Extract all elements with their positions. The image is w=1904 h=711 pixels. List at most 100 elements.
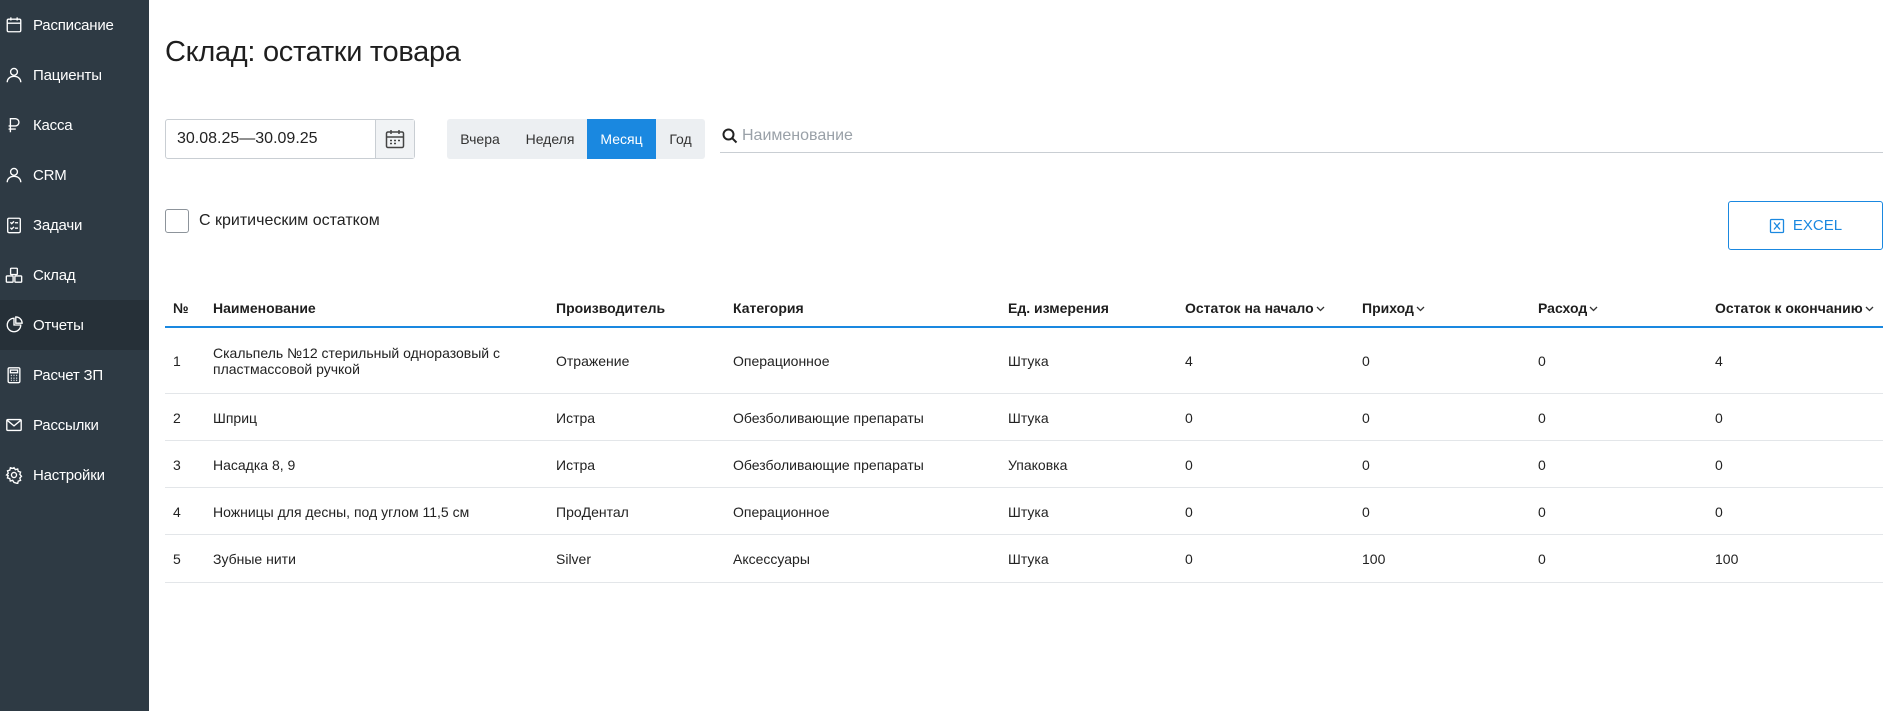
header-col-unit: Ед. измерения	[1008, 300, 1109, 316]
header-label: Приход	[1362, 300, 1414, 316]
sidebar-item-settings[interactable]: Настройки	[0, 450, 149, 500]
cell-expense: 0	[1538, 504, 1546, 520]
cell-category: Аксессуары	[733, 551, 810, 567]
sidebar-item-label: CRM	[33, 166, 67, 184]
cell-income: 0	[1362, 353, 1370, 369]
header-col-manufacturer: Производитель	[556, 300, 665, 316]
sidebar-item-patients[interactable]: Пациенты	[0, 50, 149, 100]
sidebar-item-label: Пациенты	[33, 66, 102, 84]
critical-stock-checkbox[interactable]	[165, 209, 189, 233]
sidebar-item-label: Задачи	[33, 216, 83, 234]
header-label: Расход	[1538, 300, 1588, 316]
critical-stock-label: С критическим остатком	[199, 212, 380, 229]
cell-end-balance: 100	[1715, 551, 1739, 567]
sidebar-item-label: Рассылки	[33, 416, 99, 434]
cell-start-balance: 4	[1185, 353, 1193, 369]
header-label: №	[173, 300, 189, 316]
header-col-end-balance[interactable]: Остаток к окончанию	[1715, 300, 1874, 316]
critical-stock-filter[interactable]: С критическим остатком	[165, 209, 380, 233]
cell-end-balance: 0	[1715, 410, 1723, 426]
search-icon	[722, 128, 738, 143]
cell-unit: Упаковка	[1008, 457, 1068, 473]
sort-chevron-icon[interactable]	[1589, 304, 1598, 313]
sort-chevron-icon[interactable]	[1316, 304, 1325, 313]
header-col-income[interactable]: Приход	[1362, 300, 1425, 316]
sidebar-item-reports[interactable]: Отчеты	[0, 300, 149, 350]
user-icon	[4, 165, 24, 185]
sidebar-item-payroll[interactable]: Расчет ЗП	[0, 350, 149, 400]
table-header: № Наименование Производитель Категория Ед. и…	[165, 290, 1883, 328]
cell-manufacturer: Silver	[556, 551, 592, 567]
cell-income: 100	[1362, 551, 1386, 567]
search-bar	[720, 119, 1883, 153]
cell-manufacturer: ПроДентал	[556, 504, 629, 520]
header-col-expense[interactable]: Расход	[1538, 300, 1598, 316]
header-col-category: Категория	[733, 300, 804, 316]
period-month[interactable]: Месяц	[587, 119, 656, 159]
period-yesterday[interactable]: Вчера	[447, 119, 513, 159]
boxes-icon	[4, 265, 24, 285]
table-row[interactable]: 3 Насадка 8, 9 Истра Обезболивающие препара…	[165, 441, 1883, 488]
sidebar-item-label: Расписание	[33, 16, 114, 34]
header-label: Остаток на начало	[1185, 300, 1314, 316]
date-range-value[interactable]: 30.08.25—30.09.25	[166, 130, 375, 148]
cell-start-balance: 0	[1185, 457, 1193, 473]
calculator-icon	[4, 365, 24, 385]
sidebar-item-mailings[interactable]: Рассылки	[0, 400, 149, 450]
search-input[interactable]	[742, 126, 1842, 145]
sidebar-item-label: Касса	[33, 116, 73, 134]
date-range-picker[interactable]: 30.08.25—30.09.25	[165, 119, 415, 159]
calendar-button[interactable]	[375, 120, 414, 158]
header-col-number: №	[173, 300, 189, 316]
stock-table: № Наименование Производитель Категория Ед. и…	[165, 290, 1883, 583]
cell-category: Операционное	[733, 504, 830, 520]
sidebar-item-warehouse[interactable]: Склад	[0, 250, 149, 300]
header-col-start-balance[interactable]: Остаток на начало	[1185, 300, 1325, 316]
cell-name: Ножницы для десны, под углом 11,5 см	[213, 504, 470, 520]
header-label: Производитель	[556, 300, 666, 316]
cell-category: Операционное	[733, 353, 830, 369]
sidebar-item-label: Настройки	[33, 466, 105, 484]
period-year[interactable]: Год	[656, 119, 705, 159]
period-week[interactable]: Неделя	[513, 119, 587, 159]
table-row[interactable]: 4 Ножницы для десны, под углом 11,5 см Про…	[165, 488, 1883, 535]
header-label: Категория	[733, 300, 804, 316]
cell-income: 0	[1362, 504, 1370, 520]
calendar-icon	[385, 130, 405, 149]
cell-unit: Штука	[1008, 504, 1049, 520]
cell-expense: 0	[1538, 457, 1546, 473]
mail-icon	[4, 415, 24, 435]
sidebar-item-cashbox[interactable]: Касса	[0, 100, 149, 150]
cell-name: Скальпель №12 стерильный одноразовый с п…	[213, 345, 500, 377]
sidebar-item-crm[interactable]: CRM	[0, 150, 149, 200]
table-row[interactable]: 5 Зубные нити Silver Аксессуары Штука 0 100 0 10…	[165, 535, 1883, 583]
cell-income: 0	[1362, 410, 1370, 426]
cell-number: 4	[173, 504, 181, 520]
cell-unit: Штука	[1008, 353, 1049, 369]
table-row[interactable]: 2 Шприц Истра Обезболивающие препараты Штука…	[165, 394, 1883, 441]
cell-unit: Штука	[1008, 551, 1049, 567]
excel-export-button[interactable]: EXCEL	[1728, 201, 1883, 250]
table-row[interactable]: 1 Скальпель №12 стерильный одноразовый с …	[165, 328, 1883, 394]
cell-name: Насадка 8, 9	[213, 457, 296, 473]
sort-chevron-icon[interactable]	[1865, 304, 1874, 313]
cell-manufacturer: Отражение	[556, 353, 630, 369]
cell-category: Обезболивающие препараты	[733, 457, 924, 473]
sidebar-item-label: Склад	[33, 266, 76, 284]
cell-manufacturer: Истра	[556, 410, 596, 426]
gear-icon	[4, 465, 24, 485]
cell-category: Обезболивающие препараты	[733, 410, 924, 426]
ruble-icon	[4, 115, 24, 135]
page-title: Склад: остатки товара	[165, 36, 461, 68]
cell-end-balance: 0	[1715, 457, 1723, 473]
sidebar-item-tasks[interactable]: Задачи	[0, 200, 149, 250]
cell-end-balance: 0	[1715, 504, 1723, 520]
cell-start-balance: 0	[1185, 504, 1193, 520]
cell-manufacturer: Истра	[556, 457, 596, 473]
sidebar-item-schedule[interactable]: Расписание	[0, 0, 149, 50]
cell-expense: 0	[1538, 551, 1546, 567]
cell-expense: 0	[1538, 353, 1546, 369]
sort-chevron-icon[interactable]	[1416, 304, 1425, 313]
user-icon	[4, 65, 24, 85]
cell-number: 5	[173, 551, 181, 567]
